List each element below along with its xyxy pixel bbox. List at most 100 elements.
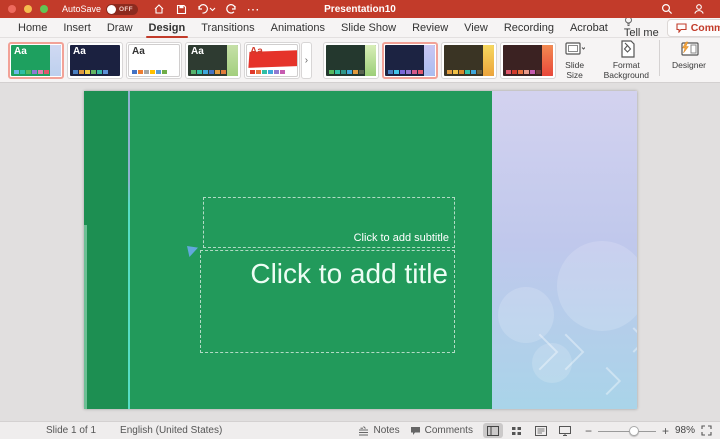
theme-preview: Aa — [70, 45, 120, 76]
close-window-button[interactable] — [8, 5, 16, 13]
tab-animations[interactable]: Animations — [270, 20, 326, 36]
tab-acrobat[interactable]: Acrobat — [569, 20, 609, 36]
theme-color-swatches — [388, 70, 423, 74]
variant-thumbnail-1[interactable] — [323, 42, 379, 79]
zoom-in-button[interactable]: + — [662, 425, 669, 437]
normal-view-button[interactable] — [483, 423, 503, 438]
theme-aa-label: Aa — [73, 46, 86, 57]
slide-size-icon — [565, 39, 585, 59]
variant-preview — [503, 45, 553, 76]
slide-canvas[interactable]: Click to add subtitle Click to add title — [84, 91, 637, 409]
more-themes-button[interactable]: › — [301, 42, 312, 79]
format-background-icon — [618, 39, 635, 59]
variant-thumbnail-4[interactable] — [500, 42, 556, 79]
zoom-slider-thumb[interactable] — [629, 426, 639, 436]
slide-show-button[interactable] — [555, 423, 575, 438]
decor-chevron — [593, 367, 621, 395]
tab-tell-me[interactable]: Tell me — [623, 14, 660, 41]
save-icon[interactable] — [172, 2, 190, 16]
tab-draw[interactable]: Draw — [106, 20, 134, 36]
designer-button[interactable]: Designer — [670, 39, 708, 71]
theme-color-swatches — [506, 70, 541, 74]
theme-aa-label: Aa — [191, 46, 204, 57]
fit-slide-to-window-icon[interactable] — [701, 425, 712, 436]
theme-thumbnail-5[interactable]: Aa — [244, 42, 300, 79]
account-icon[interactable] — [690, 2, 708, 16]
theme-thumbnail-4[interactable]: Aa — [185, 42, 241, 79]
comments-toggle-label: Comments — [425, 425, 473, 436]
slide-sorter-view-button[interactable] — [507, 423, 527, 438]
slide-size-button[interactable]: SlideSize — [556, 39, 594, 81]
zoom-out-button[interactable]: − — [585, 425, 592, 437]
decor-circle — [557, 241, 637, 331]
autofit-indicator[interactable] — [187, 246, 198, 257]
preview-accent-strip — [424, 45, 435, 76]
zoom-slider[interactable] — [598, 426, 656, 436]
ribbon-tools: SlideSize FormatBackground Designer — [556, 39, 712, 81]
home-icon[interactable] — [150, 2, 168, 16]
tab-recording[interactable]: Recording — [503, 20, 555, 36]
decor-circle — [498, 287, 554, 343]
tab-transitions[interactable]: Transitions — [200, 20, 255, 36]
theme-preview: Aa — [188, 45, 238, 76]
theme-color-swatches — [14, 70, 49, 74]
title-placeholder[interactable]: Click to add title — [200, 250, 455, 353]
redo-icon[interactable] — [222, 2, 240, 16]
notes-button[interactable]: Notes — [358, 425, 399, 436]
comments-button[interactable]: Comments — [667, 19, 720, 37]
tab-list: Home Insert Draw Design Transitions Animation… — [10, 14, 667, 41]
tab-insert[interactable]: Insert — [62, 20, 92, 36]
tab-home[interactable]: Home — [17, 20, 48, 36]
comment-bubble-icon — [676, 23, 687, 33]
ribbon-divider — [659, 40, 660, 76]
variant-preview — [326, 45, 376, 76]
zoom-slider-track — [598, 431, 656, 432]
comments-toggle-button[interactable]: Comments — [410, 425, 473, 436]
variant-preview — [444, 45, 494, 76]
tab-design[interactable]: Design — [148, 20, 187, 36]
variant-thumbnail-2-selected[interactable] — [382, 42, 438, 79]
language-indicator[interactable]: English (United States) — [120, 425, 222, 436]
variant-thumbnail-3[interactable] — [441, 42, 497, 79]
slide-left-band — [84, 91, 128, 409]
theme-thumbnail-1-selected[interactable]: Aa — [8, 42, 64, 79]
autosave-label: AutoSave — [62, 4, 101, 14]
theme-color-swatches — [250, 70, 285, 74]
slide-counter: Slide 1 of 1 — [46, 425, 96, 436]
search-icon[interactable] — [658, 2, 676, 16]
theme-aa-label: Aa — [250, 46, 263, 57]
decor-chevron — [621, 327, 637, 352]
autosave-toggle[interactable]: OFF — [106, 4, 138, 15]
title-placeholder-text: Click to add title — [250, 258, 448, 289]
theme-color-swatches — [132, 70, 167, 74]
subtitle-placeholder[interactable]: Click to add subtitle — [203, 197, 455, 248]
reading-view-button[interactable] — [531, 423, 551, 438]
designer-icon — [679, 39, 699, 59]
format-background-button[interactable]: FormatBackground — [604, 39, 649, 81]
tab-slide-show[interactable]: Slide Show — [340, 20, 397, 36]
window-controls — [8, 5, 48, 13]
theme-aa-label: Aa — [14, 46, 27, 57]
variant-gallery — [323, 42, 556, 79]
zoom-window-button[interactable] — [40, 5, 48, 13]
notes-button-label: Notes — [373, 425, 399, 436]
tab-review[interactable]: Review — [411, 20, 449, 36]
theme-color-swatches — [447, 70, 482, 74]
notes-icon — [358, 426, 369, 436]
view-switcher — [483, 423, 575, 438]
theme-thumbnail-3[interactable]: Aa — [126, 42, 182, 79]
preview-accent-strip — [50, 45, 61, 76]
slide-right-panel — [492, 91, 637, 409]
autosave-toggle-knob — [107, 5, 116, 14]
theme-color-swatches — [191, 70, 226, 74]
zoom-level[interactable]: 98% — [675, 425, 695, 436]
preview-accent-strip — [483, 45, 494, 76]
design-ribbon: Aa Aa Aa Aa Aa › SlideSize FormatBackground De… — [0, 38, 720, 83]
more-commands-icon[interactable]: ⋯ — [244, 2, 262, 16]
theme-preview: Aa — [129, 45, 179, 76]
theme-thumbnail-2[interactable]: Aa — [67, 42, 123, 79]
theme-color-swatches — [73, 70, 108, 74]
tab-view[interactable]: View — [463, 20, 489, 36]
minimize-window-button[interactable] — [24, 5, 32, 13]
undo-icon[interactable] — [194, 2, 218, 16]
